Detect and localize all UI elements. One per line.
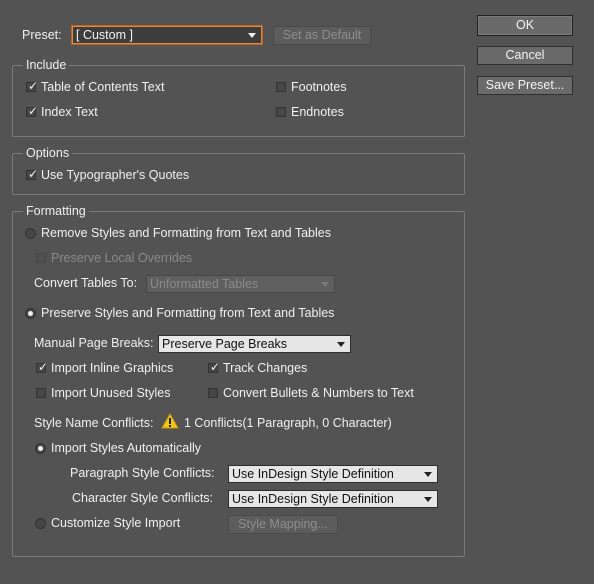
preserve-local-label: Preserve Local Overrides (51, 251, 193, 265)
radio-dot-icon (38, 446, 43, 451)
footnotes-checkbox[interactable] (276, 82, 286, 92)
convert-bullets-label: Convert Bullets & Numbers to Text (223, 386, 414, 400)
warning-icon (161, 413, 179, 429)
radio-dot-icon (28, 311, 33, 316)
track-changes-checkbox[interactable]: ✓ (208, 360, 221, 374)
para-conflicts-label: Paragraph Style Conflicts: (70, 466, 215, 480)
chevron-down-icon (424, 472, 432, 477)
ok-button[interactable]: OK (477, 15, 573, 36)
import-unused-label: Import Unused Styles (51, 386, 171, 400)
remove-styles-label: Remove Styles and Formatting from Text a… (41, 226, 331, 240)
checkmark-icon: ✓ (28, 167, 39, 181)
char-conflicts-label: Character Style Conflicts: (72, 491, 214, 505)
checkmark-icon: ✓ (210, 360, 221, 374)
checkmark-icon: ✓ (38, 360, 49, 374)
preset-value: [ Custom ] (76, 28, 133, 42)
toc-text-checkbox[interactable]: ✓ (26, 79, 39, 93)
char-conflicts-dropdown[interactable]: Use InDesign Style Definition (228, 490, 438, 508)
track-changes-label: Track Changes (223, 361, 308, 375)
chevron-down-icon (248, 33, 256, 38)
style-conflicts-label: Style Name Conflicts: (34, 416, 154, 430)
remove-styles-radio[interactable] (25, 228, 36, 239)
customize-label: Customize Style Import (51, 516, 181, 530)
save-preset-button[interactable]: Save Preset... (477, 76, 573, 95)
set-as-default-button[interactable]: Set as Default (273, 26, 371, 45)
preset-dropdown[interactable]: [ Custom ] (72, 26, 262, 44)
toc-text-label: Table of Contents Text (41, 80, 165, 94)
preserve-styles-label: Preserve Styles and Formatting from Text… (41, 306, 335, 320)
chevron-down-icon (337, 342, 345, 347)
include-group (12, 65, 465, 137)
manual-breaks-dropdown[interactable]: Preserve Page Breaks (158, 335, 351, 353)
footnotes-label: Footnotes (291, 80, 347, 94)
convert-tables-label: Convert Tables To: (34, 276, 138, 290)
preserve-styles-radio[interactable] (25, 308, 36, 319)
import-auto-label: Import Styles Automatically (51, 441, 202, 455)
preset-label: Preset: (22, 28, 62, 42)
checkmark-icon: ✓ (28, 79, 39, 93)
index-text-label: Index Text (41, 105, 98, 119)
typographers-quotes-label: Use Typographer's Quotes (41, 168, 190, 182)
chevron-down-icon (424, 497, 432, 502)
endnotes-checkbox[interactable] (276, 107, 286, 117)
options-title: Options (23, 145, 73, 161)
import-unused-checkbox[interactable] (36, 388, 46, 398)
chevron-down-icon (321, 282, 329, 287)
formatting-title: Formatting (23, 203, 89, 219)
convert-tables-dropdown[interactable]: Unformatted Tables (146, 275, 335, 293)
convert-tables-value: Unformatted Tables (150, 277, 259, 291)
cancel-button[interactable]: Cancel (477, 46, 573, 65)
para-conflicts-dropdown[interactable]: Use InDesign Style Definition (228, 465, 438, 483)
customize-radio[interactable] (35, 518, 46, 529)
import-auto-radio[interactable] (35, 443, 46, 454)
preserve-local-checkbox[interactable] (36, 253, 46, 263)
convert-bullets-checkbox[interactable] (208, 388, 218, 398)
para-conflicts-value: Use InDesign Style Definition (232, 467, 394, 481)
char-conflicts-value: Use InDesign Style Definition (232, 492, 394, 506)
checkmark-icon: ✓ (28, 104, 39, 118)
import-inline-checkbox[interactable]: ✓ (36, 360, 49, 374)
manual-breaks-label: Manual Page Breaks: (34, 336, 154, 350)
include-title: Include (23, 57, 70, 73)
style-mapping-button[interactable]: Style Mapping... (228, 515, 338, 534)
index-text-checkbox[interactable]: ✓ (26, 104, 39, 118)
import-inline-label: Import Inline Graphics (51, 361, 174, 375)
style-conflicts-value: 1 Conflicts(1 Paragraph, 0 Character) (184, 416, 392, 430)
endnotes-label: Endnotes (291, 105, 344, 119)
typographers-quotes-checkbox[interactable]: ✓ (26, 167, 39, 181)
manual-breaks-value: Preserve Page Breaks (162, 337, 288, 351)
